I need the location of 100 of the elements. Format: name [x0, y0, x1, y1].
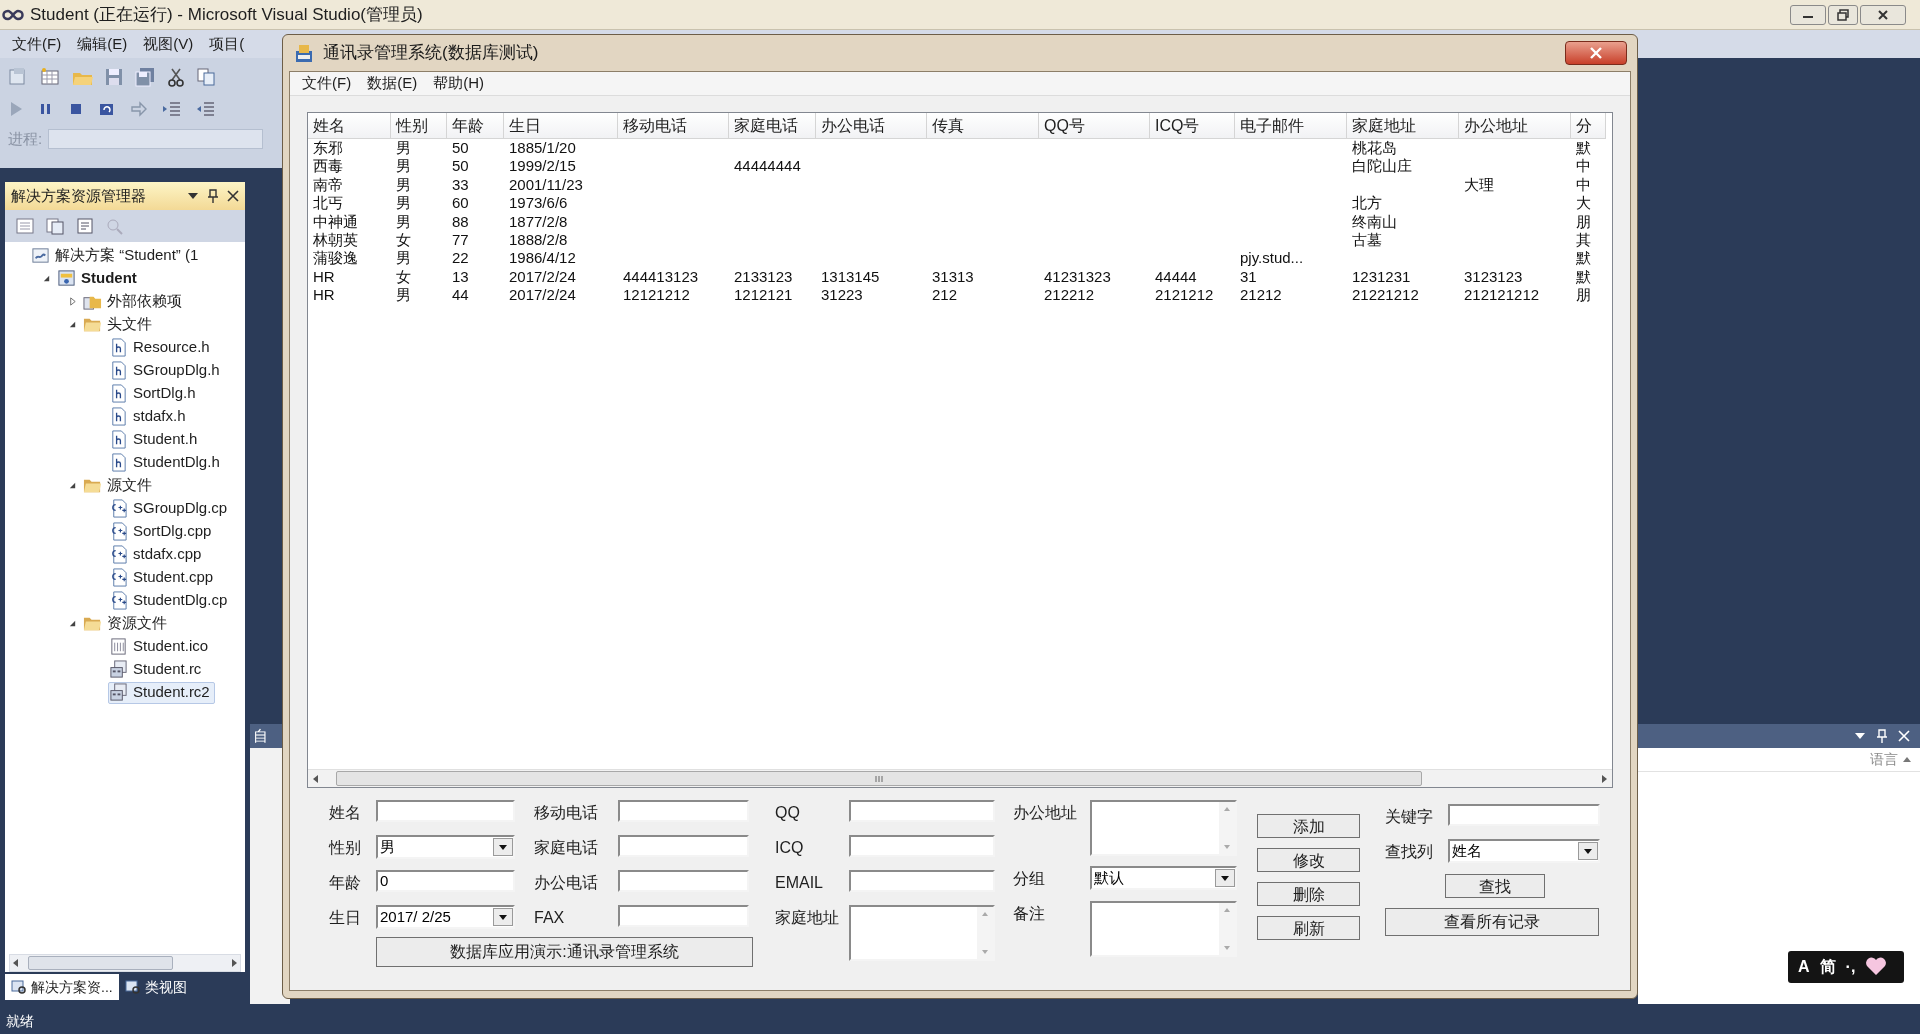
maximize-button[interactable] — [1828, 4, 1858, 25]
column-header[interactable]: 性别 — [391, 113, 447, 139]
menu-item[interactable]: 文件(F) — [296, 72, 358, 95]
column-header[interactable]: 传真 — [927, 113, 1039, 139]
menu-item[interactable]: 帮助(H) — [427, 72, 490, 95]
text-field[interactable] — [849, 835, 995, 857]
tree-item[interactable]: stdafx.cpp — [108, 543, 207, 566]
tree-item[interactable]: Student.cpp — [108, 566, 219, 589]
column-header[interactable]: 生日 — [504, 113, 618, 139]
dropdown-field[interactable]: 默认 — [1090, 866, 1237, 890]
text-field[interactable] — [618, 800, 749, 822]
column-header[interactable]: 年龄 — [447, 113, 504, 139]
panel-tab[interactable]: 类视图 — [118, 974, 193, 1000]
process-field[interactable] — [48, 129, 264, 149]
copy-icon[interactable] — [196, 67, 216, 87]
column-header[interactable]: 分 — [1571, 113, 1606, 139]
action-button[interactable]: 修改 — [1257, 848, 1360, 872]
scroll-up-icon[interactable] — [1223, 907, 1231, 913]
column-header[interactable]: 语言 — [1870, 749, 1898, 770]
dropdown-caret-icon[interactable] — [187, 191, 199, 201]
scroll-down-icon[interactable] — [981, 949, 989, 955]
grid-icon[interactable] — [40, 67, 62, 87]
tree-item[interactable]: Resource.h — [108, 336, 215, 359]
close-icon[interactable] — [227, 190, 239, 202]
action-button[interactable]: 刷新 — [1257, 916, 1360, 940]
menu-item[interactable]: 文件(F) — [6, 32, 68, 56]
tree-item[interactable]: 资源文件 — [82, 612, 172, 635]
tree-item[interactable]: StudentDlg.cp — [108, 589, 233, 612]
column-header[interactable]: 家庭电话 — [729, 113, 816, 139]
tree-item[interactable]: SortDlg.h — [108, 382, 201, 405]
menu-item[interactable]: 数据(E) — [361, 72, 424, 95]
scroll-down-icon[interactable] — [1223, 844, 1231, 850]
pin-icon[interactable] — [207, 189, 219, 203]
text-field[interactable] — [849, 870, 995, 892]
save-all-icon[interactable] — [134, 67, 156, 87]
column-header[interactable]: 移动电话 — [618, 113, 729, 139]
text-field[interactable]: 0 — [376, 870, 515, 892]
find-button[interactable]: 查找 — [1445, 874, 1545, 898]
show-files-icon[interactable] — [45, 217, 65, 235]
column-header[interactable]: 姓名 — [308, 113, 391, 139]
indent-icon[interactable] — [162, 100, 182, 118]
text-field[interactable] — [618, 835, 749, 857]
input-mode-button[interactable]: A — [1798, 955, 1810, 979]
tree-item[interactable]: Student.h — [108, 428, 203, 451]
menu-item[interactable]: 编辑(E) — [71, 32, 134, 56]
tree-item[interactable]: 外部依赖项 — [82, 290, 187, 313]
tree-item[interactable]: stdafx.h — [108, 405, 191, 428]
dropdown-field[interactable]: 男 — [376, 835, 515, 859]
text-field[interactable] — [376, 800, 515, 822]
text-area[interactable] — [1090, 800, 1237, 856]
panel-tab[interactable]: 解决方案资... — [5, 974, 119, 1000]
scroll-up-icon[interactable] — [1223, 806, 1231, 812]
tree-item[interactable]: Student.rc2 — [108, 681, 215, 704]
scissors-icon[interactable] — [166, 67, 186, 87]
minimize-button[interactable] — [1790, 4, 1826, 25]
text-field[interactable] — [849, 800, 995, 822]
date-picker[interactable]: 2017/ 2/25 — [376, 905, 515, 929]
outdent-icon[interactable] — [196, 100, 216, 118]
column-header[interactable]: 办公电话 — [816, 113, 927, 139]
action-button[interactable]: 添加 — [1257, 814, 1360, 838]
tree-item[interactable]: SortDlg.cpp — [108, 520, 217, 543]
column-header[interactable]: ICQ号 — [1150, 113, 1235, 139]
close-button[interactable] — [1860, 4, 1906, 25]
tree-item[interactable]: 解决方案 “Student” (1 — [30, 244, 204, 267]
column-header[interactable]: 家庭地址 — [1347, 113, 1459, 139]
scroll-up-icon[interactable] — [981, 911, 989, 917]
tree-item[interactable]: Student — [56, 267, 142, 290]
menu-item[interactable]: 视图(V) — [137, 32, 200, 56]
tree-item[interactable]: SGroupDlg.cp — [108, 497, 233, 520]
banner-button[interactable]: 数据库应用演示:通讯录管理系统 — [376, 937, 753, 967]
text-field[interactable] — [618, 905, 749, 927]
scrollbar-thumb[interactable] — [336, 771, 1422, 786]
save-icon[interactable] — [104, 67, 124, 87]
text-field[interactable] — [618, 870, 749, 892]
tree-item[interactable]: StudentDlg.h — [108, 451, 225, 474]
close-button[interactable] — [1565, 41, 1627, 65]
scrollbar-thumb[interactable] — [28, 956, 173, 970]
expanded-arrow-icon[interactable] — [67, 320, 77, 329]
punctuation-button[interactable]: ·, — [1845, 955, 1856, 979]
tree-item[interactable]: 源文件 — [82, 474, 157, 497]
tree-item[interactable]: Student.rc — [108, 658, 207, 681]
collapsed-arrow-icon[interactable] — [67, 297, 77, 306]
text-area[interactable] — [849, 905, 995, 961]
action-button[interactable]: 删除 — [1257, 882, 1360, 906]
language-button[interactable]: 简 — [1819, 955, 1836, 979]
tree-item[interactable]: 头文件 — [82, 313, 157, 336]
column-header[interactable]: QQ号 — [1039, 113, 1150, 139]
tree-item[interactable]: Student.ico — [108, 635, 214, 658]
text-area[interactable] — [1090, 901, 1237, 957]
view-code-icon[interactable] — [75, 217, 95, 235]
arrow-icon[interactable] — [130, 100, 148, 118]
dropdown-caret-icon[interactable] — [1854, 731, 1866, 741]
properties-icon[interactable] — [15, 217, 35, 235]
text-field[interactable] — [1448, 804, 1600, 826]
expanded-arrow-icon[interactable] — [41, 274, 51, 283]
dropdown-field[interactable]: 姓名 — [1448, 839, 1600, 863]
column-header[interactable]: 办公地址 — [1459, 113, 1571, 139]
menu-item[interactable]: 项目( — [203, 32, 251, 56]
scroll-down-icon[interactable] — [1223, 945, 1231, 951]
show-all-button[interactable]: 查看所有记录 — [1385, 908, 1599, 936]
